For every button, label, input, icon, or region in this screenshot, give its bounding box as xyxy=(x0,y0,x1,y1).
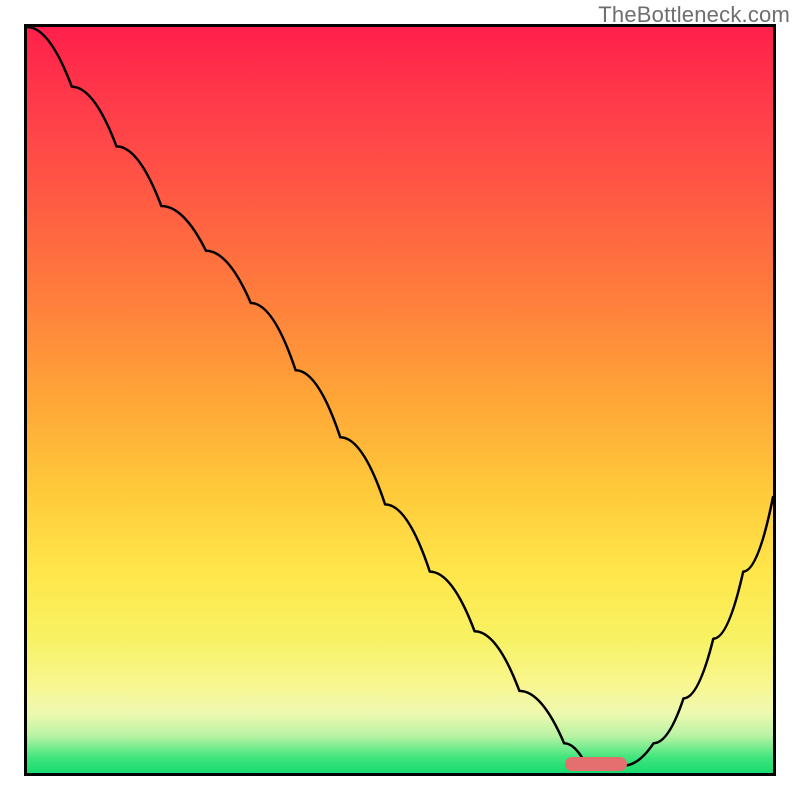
plot-frame xyxy=(24,24,776,776)
optimal-range-marker xyxy=(565,757,627,771)
bottleneck-curve xyxy=(27,27,773,773)
chart-root: TheBottleneck.com xyxy=(0,0,800,800)
